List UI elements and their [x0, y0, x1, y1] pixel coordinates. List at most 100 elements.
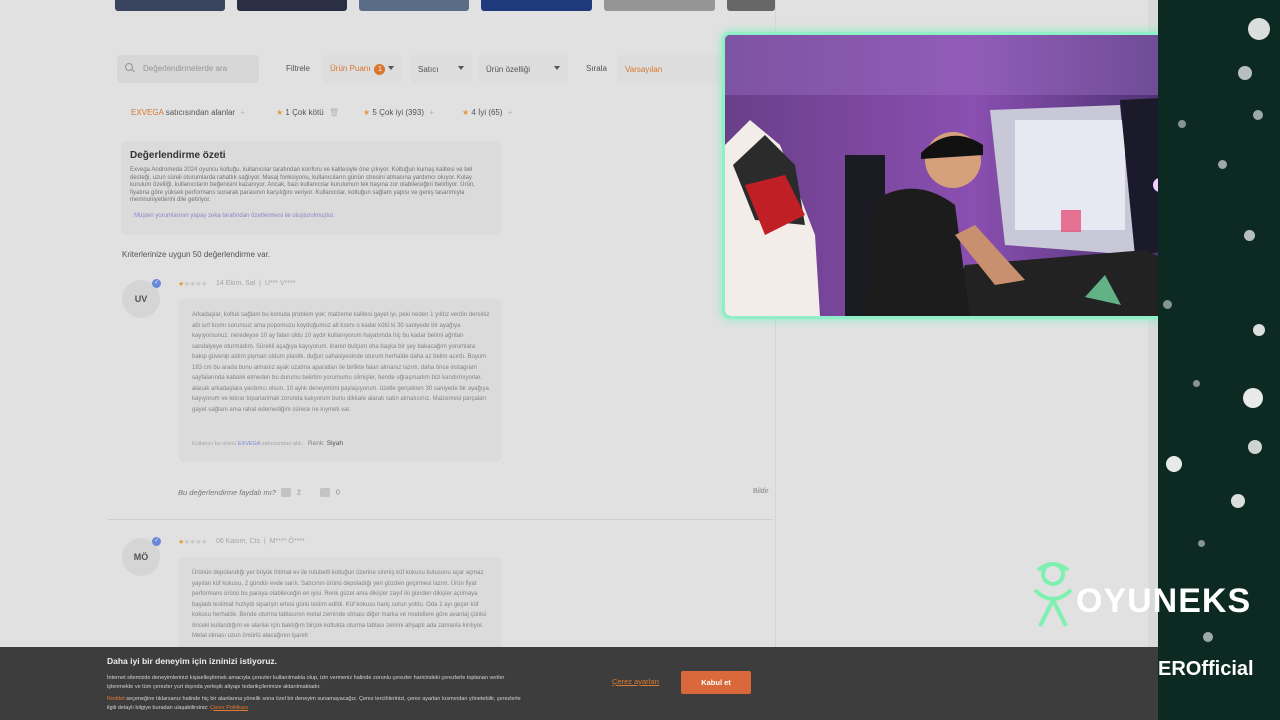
cookie-text-2: Reddet seçeneğine tıklarsanız halinde hi…: [107, 695, 577, 712]
reject-link[interactable]: Reddet: [107, 696, 125, 702]
report-button[interactable]: Bildir: [753, 488, 769, 495]
summary-text: Exvega Andromeda 2024 oyuncu koltuğu, ku…: [130, 167, 475, 203]
cookie-line-3: seçeneğine tıklarsanız halinde hiç bir a…: [126, 696, 521, 702]
product-thumbnail[interactable]: [115, 0, 225, 11]
rating-filter-label: Ürün Puanı: [330, 64, 371, 73]
thumbs-up-icon: [281, 488, 291, 497]
cookie-text: İnternet sitemizde deneyimlerinizi kişis…: [107, 674, 577, 691]
star-icon: ★: [462, 108, 470, 117]
up-count: 2: [297, 489, 301, 497]
brand-wordmark: OYUNEKS: [1076, 582, 1252, 620]
webcam-overlay: [722, 32, 1224, 319]
filter-label: Filtrele: [286, 64, 311, 73]
rating-stars: ★★★★★: [178, 281, 207, 288]
add-icon: +: [429, 108, 434, 117]
webcam-feed-image: [725, 35, 1221, 316]
helpful-question: Bu değerlendirme faydalı mı?: [178, 488, 276, 497]
chevron-down-icon: [554, 66, 560, 70]
star-icon: ★: [276, 108, 284, 117]
feature-filter-label: Ürün özelliği: [486, 65, 531, 74]
search-placeholder: Değerlendirmelerde ara: [143, 64, 228, 73]
snow-particle: [1198, 540, 1205, 547]
chip-rating-number: 1: [285, 108, 290, 117]
snow-particle: [1244, 230, 1255, 241]
snow-particle: [1193, 380, 1200, 387]
review-search-input[interactable]: Değerlendirmelerde ara: [117, 55, 259, 83]
trash-icon[interactable]: 🗑: [329, 108, 339, 117]
sort-label: Sırala: [586, 64, 607, 73]
snow-particle: [1253, 324, 1265, 336]
chip-rating-label: Çok kötü: [292, 108, 324, 117]
cookie-line-2: işlenmekte ve tüm çerezler yurt dışında …: [107, 683, 321, 690]
cookie-consent-banner: Daha iyi bir deneyim için izninizi istiy…: [0, 647, 1158, 720]
review-text: Arkadaşlar, koltuk sağlam bu konuda prob…: [192, 312, 490, 413]
chip-rating-number: 4: [471, 108, 476, 117]
rating-chip-1[interactable]: ★ 1 Çok kötü 🗑: [276, 108, 339, 117]
review-seller-info: Kullanıcı bu ürünü EXVEGA satıcısından a…: [192, 440, 343, 447]
oyuneks-logo: OYUNEKS: [1030, 560, 1250, 635]
add-icon: +: [240, 108, 245, 117]
filter-count-badge: 1: [374, 64, 386, 75]
thumbs-down-icon: [320, 488, 330, 497]
product-thumbnail[interactable]: [727, 0, 775, 11]
accept-cookies-button[interactable]: Kabul et: [681, 671, 751, 694]
snow-particle: [1203, 632, 1213, 642]
verified-icon: ✓: [152, 279, 161, 288]
review-divider: [108, 519, 773, 520]
chip-rating-number: 5: [372, 108, 377, 117]
helpful-up-button[interactable]: 2: [281, 488, 301, 497]
review-user: U*** V****: [264, 280, 296, 287]
snow-particle: [1218, 160, 1227, 169]
snow-particle: [1243, 388, 1263, 408]
variant-label: Renk: [307, 440, 324, 447]
sort-value: Varsayılan: [625, 65, 663, 74]
snow-particle: [1253, 110, 1263, 120]
cookie-line-1: İnternet sitemizde deneyimlerinizi kişis…: [107, 675, 505, 681]
review-date: 14 Ekim, Sal: [216, 280, 256, 287]
rating-chip-4[interactable]: ★ 4 İyi (65) +: [462, 108, 512, 117]
results-count: Kriterlerinize uygun 50 değerlendirme va…: [122, 250, 271, 259]
review-meta: 06 Kasım, Cts | M**** Ö****: [216, 538, 305, 545]
product-thumbnail[interactable]: [481, 0, 592, 11]
seller-filter-chip[interactable]: EXVEGA satıcısından alanlar +: [131, 108, 245, 117]
helpful-down-button[interactable]: 0: [320, 488, 340, 497]
sort-dropdown[interactable]: Varsayılan: [617, 55, 727, 83]
snow-particle: [1178, 120, 1186, 128]
star-icon: ★: [363, 108, 371, 117]
cookie-title: Daha iyi bir deneyim için izninizi istiy…: [107, 656, 278, 666]
snow-particle: [1248, 440, 1262, 454]
cookie-line-4: ilgili detaylı bilgiye buradan ulaşabili…: [107, 704, 209, 711]
review-date: 06 Kasım, Cts: [216, 538, 260, 545]
seller-prefix: Kullanıcı bu ürünü: [192, 441, 237, 447]
down-count: 0: [336, 489, 340, 497]
feature-filter-dropdown[interactable]: Ürün özelliği: [478, 55, 568, 83]
review-meta: 14 Ekim, Sal | U*** V****: [216, 280, 296, 287]
ai-summary-note: Müşteri yorumlarının yapay zeka tarafınd…: [134, 213, 335, 219]
review-text-card: Arkadaşlar, koltuk sağlam bu konuda prob…: [178, 299, 502, 462]
review-summary-card: Değerlendirme özeti Exvega Andromeda 202…: [121, 141, 501, 235]
add-icon: +: [507, 108, 513, 117]
chip-seller-name: EXVEGA: [131, 108, 164, 117]
rating-filter-dropdown[interactable]: Ürün Puanı 1: [322, 55, 402, 83]
cookie-policy-link[interactable]: Çerez Politikası: [210, 705, 248, 711]
verified-icon: ✓: [152, 537, 161, 546]
seller-name[interactable]: EXVEGA: [238, 441, 260, 447]
mascot-icon: [1033, 562, 1073, 627]
product-thumbnail[interactable]: [604, 0, 715, 11]
chevron-down-icon: [388, 66, 394, 70]
snow-particle: [1231, 494, 1245, 508]
product-thumbnail[interactable]: [237, 0, 347, 11]
chevron-down-icon: [458, 66, 464, 70]
rating-chip-5[interactable]: ★ 5 Çok iyi (393) +: [363, 108, 434, 117]
review-text: Ürünün depolandığı yer büyük ihtimal ev …: [192, 570, 487, 639]
chip-rating-label: Çok iyi (393): [379, 108, 424, 117]
review-user: M**** Ö****: [269, 538, 305, 545]
cookie-settings-button[interactable]: Çerez ayarları: [612, 677, 659, 686]
snow-particle: [1248, 18, 1270, 40]
snow-particle: [1166, 456, 1182, 472]
seller-filter-dropdown[interactable]: Satıcı: [410, 55, 472, 83]
seller-suffix: satıcısından aldı.: [261, 441, 304, 447]
variant-value: Siyah: [326, 440, 343, 447]
product-thumbnail[interactable]: [359, 0, 469, 11]
seller-filter-label: Satıcı: [418, 65, 439, 74]
